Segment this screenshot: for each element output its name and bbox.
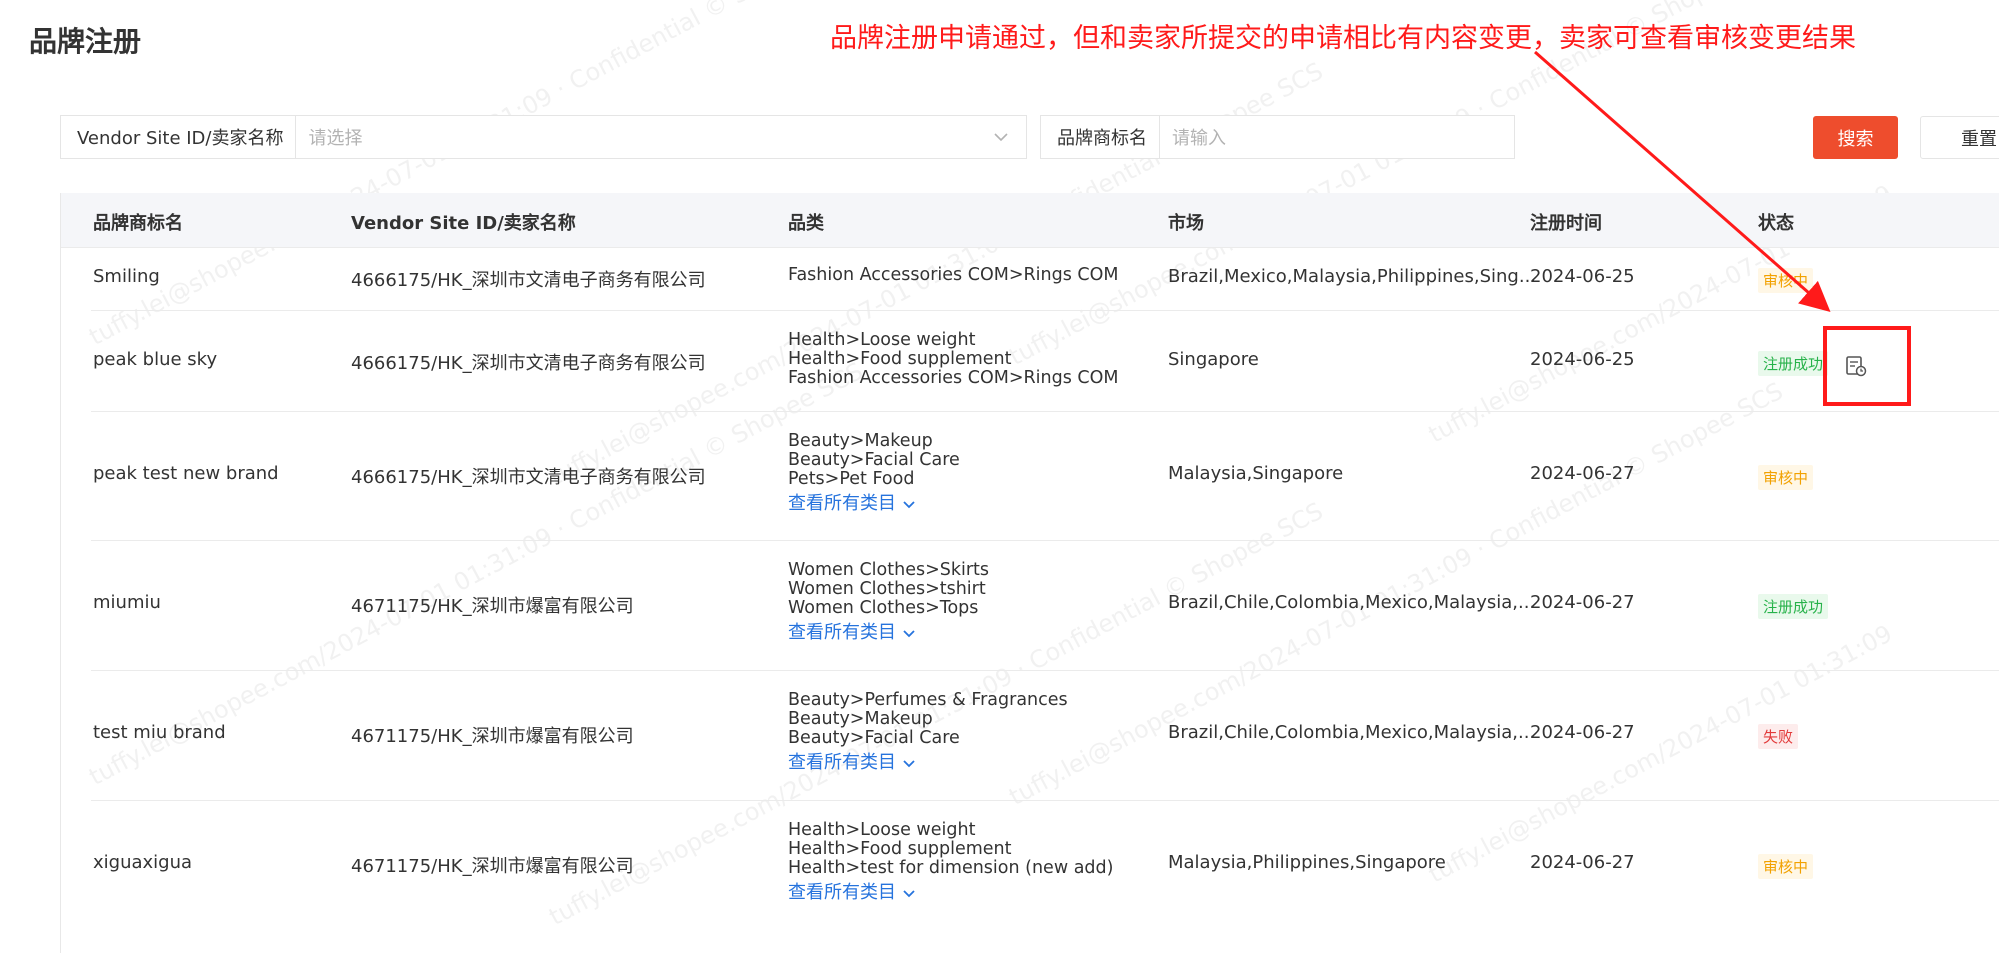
- document-clock-icon[interactable]: [1845, 355, 1867, 377]
- category-item: Fashion Accessories COM>Rings COM: [788, 265, 1119, 285]
- category-item: Beauty>Makeup: [788, 431, 933, 451]
- brand-name: peak blue sky: [93, 349, 218, 370]
- brand-name: Smiling: [93, 266, 160, 287]
- category-cell: Beauty>Perfumes & Fragrances Beauty>Make…: [788, 691, 1068, 774]
- status-badge: 审核中: [1758, 465, 1814, 490]
- table-row: Smiling 4666175/HK_深圳市文清电子商务有限公司 Fashion…: [91, 248, 1999, 311]
- category-cell: Women Clothes>Skirts Women Clothes>tshir…: [788, 561, 989, 644]
- brand-table: 品牌商标名 Vendor Site ID/卖家名称 品类 市场 注册时间 状态 …: [60, 193, 1999, 953]
- page-title: 品牌注册: [29, 25, 142, 58]
- status-badge: 注册成功: [1758, 351, 1829, 376]
- vendor-name: 4671175/HK_深圳市爆富有限公司: [351, 856, 634, 877]
- category-item: Pets>Pet Food: [788, 469, 915, 489]
- category-item: Beauty>Facial Care: [788, 728, 960, 748]
- vendor-name: 4671175/HK_深圳市爆富有限公司: [351, 726, 634, 747]
- market: Brazil,Chile,Colombia,Mexico,Malaysia,..…: [1168, 722, 1536, 743]
- brand-filter[interactable]: 品牌商标名 请输入: [1040, 115, 1515, 159]
- table-row: peak blue sky 4666175/HK_深圳市文清电子商务有限公司 H…: [91, 311, 1999, 412]
- header-date: 注册时间: [1530, 213, 1602, 234]
- category-item: Women Clothes>Skirts: [788, 560, 990, 580]
- brand-name: miumiu: [93, 592, 161, 613]
- table-row: miumiu 4671175/HK_深圳市爆富有限公司 Women Clothe…: [91, 541, 1999, 671]
- vendor-name: 4666175/HK_深圳市文清电子商务有限公司: [351, 353, 706, 374]
- category-cell: Beauty>Makeup Beauty>Facial Care Pets>Pe…: [788, 432, 960, 515]
- category-item: Fashion Accessories COM>Rings COM: [788, 368, 1119, 388]
- category-cell: Health>Loose weight Health>Food suppleme…: [788, 821, 1113, 904]
- chevron-down-icon: [903, 760, 915, 768]
- category-item: Beauty>Facial Care: [788, 450, 960, 470]
- category-cell: Health>Loose weight Health>Food suppleme…: [788, 331, 1118, 388]
- view-all-categories-link[interactable]: 查看所有类目: [788, 752, 1068, 774]
- register-date: 2024-06-27: [1530, 852, 1635, 873]
- vendor-name: 4666175/HK_深圳市文清电子商务有限公司: [351, 270, 706, 291]
- header-market: 市场: [1168, 213, 1204, 234]
- status-badge: 失败: [1758, 724, 1799, 749]
- chevron-down-icon[interactable]: [992, 128, 1010, 146]
- reset-button[interactable]: 重置: [1920, 116, 1999, 159]
- view-all-label: 查看所有类目: [788, 882, 896, 903]
- table-header: 品牌商标名 Vendor Site ID/卖家名称 品类 市场 注册时间 状态: [61, 193, 1999, 248]
- vendor-filter-label: Vendor Site ID/卖家名称: [61, 116, 297, 158]
- view-all-label: 查看所有类目: [788, 622, 896, 643]
- table-row: xiguaxigua 4671175/HK_深圳市爆富有限公司 Health>L…: [91, 801, 1999, 941]
- header-brand: 品牌商标名: [93, 213, 183, 234]
- highlight-box: [1823, 326, 1911, 406]
- market: Singapore: [1168, 349, 1259, 370]
- vendor-filter[interactable]: Vendor Site ID/卖家名称 请选择: [60, 115, 1027, 159]
- view-all-categories-link[interactable]: 查看所有类目: [788, 882, 1113, 904]
- category-item: Beauty>Makeup: [788, 709, 933, 729]
- brand-name: xiguaxigua: [93, 852, 193, 873]
- annotation-text: 品牌注册申请通过，但和卖家所提交的申请相比有内容变更，卖家可查看审核变更结果: [830, 23, 1856, 54]
- register-date: 2024-06-27: [1530, 592, 1635, 613]
- vendor-name: 4671175/HK_深圳市爆富有限公司: [351, 596, 634, 617]
- market: Brazil,Chile,Colombia,Mexico,Malaysia,..…: [1168, 592, 1536, 613]
- table-row: peak test new brand 4666175/HK_深圳市文清电子商务…: [91, 412, 1999, 541]
- brand-name: test miu brand: [93, 722, 226, 743]
- category-item: Health>Loose weight: [788, 820, 976, 840]
- view-all-label: 查看所有类目: [788, 752, 896, 773]
- status-badge: 审核中: [1758, 854, 1814, 879]
- brand-input[interactable]: 请输入: [1160, 124, 1226, 150]
- chevron-down-icon: [903, 890, 915, 898]
- status-badge: 注册成功: [1758, 594, 1829, 619]
- category-item: Health>Loose weight: [788, 330, 976, 350]
- market: Malaysia,Philippines,Singapore: [1168, 852, 1446, 873]
- register-date: 2024-06-27: [1530, 463, 1635, 484]
- chevron-down-icon: [903, 630, 915, 638]
- category-item: Health>Food supplement: [788, 349, 1012, 369]
- search-button[interactable]: 搜索: [1813, 116, 1898, 159]
- table-row: test miu brand 4671175/HK_深圳市爆富有限公司 Beau…: [91, 671, 1999, 801]
- chevron-down-icon: [903, 501, 915, 509]
- category-item: Beauty>Perfumes & Fragrances: [788, 690, 1068, 710]
- category-item: Women Clothes>Tops: [788, 598, 979, 618]
- market: Brazil,Mexico,Malaysia,Philippines,Sing.…: [1168, 266, 1537, 287]
- view-all-categories-link[interactable]: 查看所有类目: [788, 622, 989, 644]
- category-item: Women Clothes>tshirt: [788, 579, 986, 599]
- view-all-categories-link[interactable]: 查看所有类目: [788, 493, 960, 515]
- view-all-label: 查看所有类目: [788, 493, 896, 514]
- header-status: 状态: [1758, 213, 1794, 234]
- category-item: Health>test for dimension (new add): [788, 858, 1114, 878]
- category-item: Health>Food supplement: [788, 839, 1012, 859]
- register-date: 2024-06-25: [1530, 349, 1635, 370]
- brand-filter-label: 品牌商标名: [1041, 116, 1160, 158]
- market: Malaysia,Singapore: [1168, 463, 1344, 484]
- vendor-select[interactable]: 请选择: [296, 124, 362, 150]
- vendor-name: 4666175/HK_深圳市文清电子商务有限公司: [351, 467, 706, 488]
- header-vendor: Vendor Site ID/卖家名称: [351, 213, 576, 234]
- register-date: 2024-06-27: [1530, 722, 1635, 743]
- brand-name: peak test new brand: [93, 463, 279, 484]
- status-badge: 审核中: [1758, 268, 1814, 293]
- header-category: 品类: [788, 213, 824, 234]
- category-cell: Fashion Accessories COM>Rings COM: [788, 266, 1118, 285]
- register-date: 2024-06-25: [1530, 266, 1635, 287]
